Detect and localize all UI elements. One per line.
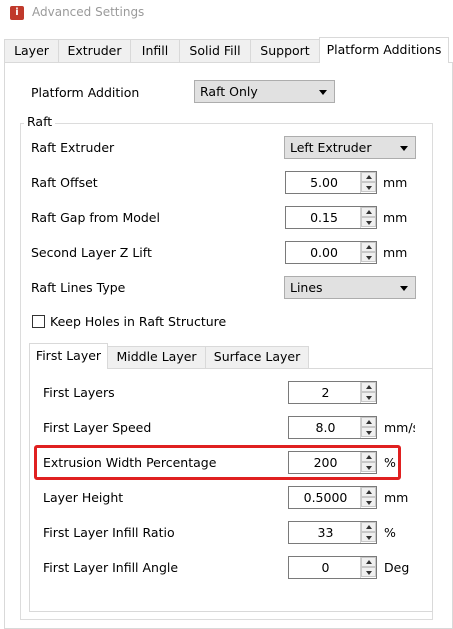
spin-down-icon[interactable] <box>361 217 376 227</box>
raft-extruder-value: Left Extruder <box>290 140 372 155</box>
raft-gap-unit: mm <box>383 210 408 225</box>
second-layer-lift-value: 0.00 <box>310 245 338 260</box>
extrusion-width-highlight <box>34 445 401 480</box>
raft-extruder-label: Raft Extruder <box>31 140 115 155</box>
raft-lines-type-select[interactable]: Lines <box>284 276 416 299</box>
first-layer-speed-unit: mm/s <box>384 420 415 435</box>
layer-height-unit: mm <box>384 490 409 505</box>
first-layers-value: 2 <box>321 385 330 400</box>
raft-offset-unit: mm <box>383 175 408 190</box>
layer-height-value: 0.5000 <box>303 490 348 505</box>
spin-up-icon[interactable] <box>361 557 376 567</box>
spin-down-icon[interactable] <box>361 497 376 507</box>
subtab-middle-layer[interactable]: Middle Layer <box>107 346 206 368</box>
infill-angle-value: 0 <box>321 560 330 575</box>
layer-height-label: Layer Height <box>43 490 124 505</box>
window-title: Advanced Settings <box>32 5 145 19</box>
title-bar: i Advanced Settings <box>0 0 453 30</box>
raft-lines-type-value: Lines <box>290 280 323 295</box>
spin-up-icon[interactable] <box>361 242 376 252</box>
raft-extruder-select[interactable]: Left Extruder <box>284 136 416 159</box>
first-layer-speed-label: First Layer Speed <box>43 420 152 435</box>
subtab-surface-layer[interactable]: Surface Layer <box>205 346 309 368</box>
tab-support[interactable]: Support <box>250 39 320 62</box>
platform-addition-value: Raft Only <box>200 84 258 99</box>
spin-up-icon[interactable] <box>361 172 376 182</box>
spin-up-icon[interactable] <box>361 382 376 392</box>
first-layer-speed-spinbox[interactable]: 8.0 <box>288 416 377 439</box>
infill-angle-spinbox[interactable]: 0 <box>288 556 377 579</box>
second-layer-lift-unit: mm <box>383 245 408 260</box>
raft-gap-spinbox[interactable]: 0.15 <box>285 206 377 229</box>
infill-ratio-spinbox[interactable]: 33 <box>288 521 377 544</box>
platform-addition-select[interactable]: Raft Only <box>194 80 335 103</box>
tab-extruder[interactable]: Extruder <box>58 39 131 62</box>
spin-up-icon[interactable] <box>361 417 376 427</box>
keep-holes-checkbox[interactable] <box>32 315 45 328</box>
raft-gap-value: 0.15 <box>310 210 338 225</box>
first-layer-speed-value: 8.0 <box>315 420 336 435</box>
chevron-down-icon <box>319 90 327 95</box>
spin-up-icon[interactable] <box>361 487 376 497</box>
tab-platform-additions[interactable]: Platform Additions <box>319 37 449 63</box>
subtab-first-layer[interactable]: First Layer <box>29 343 108 369</box>
infill-ratio-unit: % <box>384 525 396 540</box>
raft-lines-type-label: Raft Lines Type <box>31 280 126 295</box>
first-layers-label: First Layers <box>43 385 115 400</box>
platform-addition-label: Platform Addition <box>31 85 140 100</box>
spin-down-icon[interactable] <box>361 532 376 542</box>
infill-ratio-value: 33 <box>317 525 334 540</box>
chevron-down-icon <box>400 286 408 291</box>
raft-group-title: Raft <box>24 114 56 129</box>
spin-down-icon[interactable] <box>361 252 376 262</box>
tab-solid-fill[interactable]: Solid Fill <box>179 39 251 62</box>
infill-ratio-label: First Layer Infill Ratio <box>43 525 175 540</box>
spin-down-icon[interactable] <box>361 392 376 402</box>
raft-gap-label: Raft Gap from Model <box>31 210 160 225</box>
first-layers-spinbox[interactable]: 2 <box>288 381 377 404</box>
layer-height-spinbox[interactable]: 0.5000 <box>288 486 377 509</box>
infill-angle-label: First Layer Infill Angle <box>43 560 179 575</box>
spin-down-icon[interactable] <box>361 567 376 577</box>
keep-holes-label: Keep Holes in Raft Structure <box>50 314 227 329</box>
spin-up-icon[interactable] <box>361 522 376 532</box>
second-layer-lift-spinbox[interactable]: 0.00 <box>285 241 377 264</box>
spin-down-icon[interactable] <box>361 182 376 192</box>
infill-angle-unit: Deg <box>384 560 410 575</box>
tab-layer[interactable]: Layer <box>4 39 59 62</box>
spin-up-icon[interactable] <box>361 207 376 217</box>
spin-down-icon[interactable] <box>361 427 376 437</box>
raft-offset-label: Raft Offset <box>31 175 98 190</box>
app-logo-icon: i <box>10 6 24 20</box>
second-layer-lift-label: Second Layer Z Lift <box>31 245 152 260</box>
chevron-down-icon <box>400 146 408 151</box>
raft-offset-value: 5.00 <box>310 175 338 190</box>
tab-infill[interactable]: Infill <box>130 39 180 62</box>
raft-offset-spinbox[interactable]: 5.00 <box>285 171 377 194</box>
